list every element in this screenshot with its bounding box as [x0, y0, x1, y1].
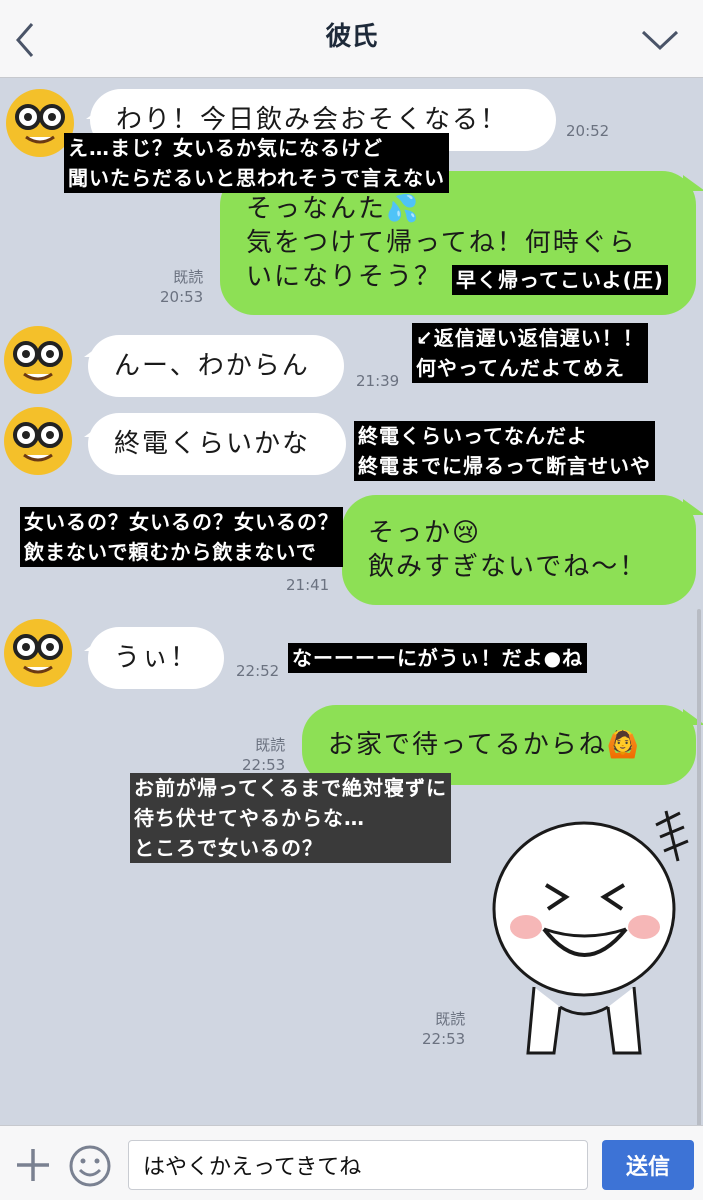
message-text: んー、わからん [114, 351, 310, 381]
send-button[interactable]: 送信 [602, 1140, 694, 1190]
message-time: 21:39 [356, 371, 399, 391]
message-text: 終電くらいかな [114, 429, 311, 459]
message-text: うぃ！ [114, 643, 199, 673]
emoji-button[interactable] [68, 1144, 112, 1188]
outgoing-message-bubble[interactable]: そっか😢 飲みすぎないでね〜！ [342, 495, 696, 605]
message-time: 22:52 [236, 661, 279, 681]
message-line: いになりそう？ [246, 262, 443, 292]
laughing-face-sticker[interactable] [484, 801, 694, 1063]
caption-overlay: 女いるの？女いるの？女いるの？ 飲まないで頼むから飲まないで [20, 507, 343, 567]
nerd-face-avatar-icon[interactable] [2, 405, 74, 477]
message-meta: 既読 22:53 [422, 1009, 465, 1049]
caption-overlay: 早く帰ってこいよ(圧) [452, 265, 668, 295]
bubble-tail [683, 175, 703, 191]
caption-overlay: お前が帰ってくるまで絶対寝ずに 待ち伏せてやるからな… ところで女いるの？ [130, 773, 451, 863]
incoming-message-bubble[interactable]: んー、わからん [88, 335, 344, 397]
menu-toggle-button[interactable] [639, 24, 681, 54]
chat-scrollbar[interactable] [697, 609, 701, 1199]
message-line: そっなんた💦 [246, 194, 421, 224]
chat-title: 彼氏 [325, 22, 378, 52]
smiley-icon [69, 1145, 111, 1187]
message-text: わり！今日飲み会おそくなる！ [116, 105, 509, 135]
message-input[interactable] [128, 1140, 588, 1190]
message-meta: 既読 22:53 [242, 735, 285, 775]
chevron-down-icon [641, 30, 679, 51]
message-input-bar: 送信 [0, 1125, 703, 1200]
caption-overlay: 終電くらいってなんだよ 終電までに帰るって断言せいや [354, 421, 655, 481]
time-label: 22:53 [242, 756, 286, 774]
time-label: 21:39 [356, 372, 400, 390]
time-label: 22:53 [422, 1030, 466, 1048]
time-label: 20:52 [566, 122, 610, 140]
nerd-face-avatar-icon[interactable] [2, 617, 74, 689]
caption-overlay: え…まじ？女いるか気になるけど 聞いたらだるいと思われそうで言えない [64, 133, 449, 193]
message-time: 20:52 [566, 121, 609, 141]
read-receipt: 既読 [435, 1010, 466, 1028]
message-line: そっか😢 [368, 518, 482, 548]
chat-area[interactable]: わり！今日飲み会おそくなる！ 20:52 既読 20:53 そっなんた💦 気をつ… [0, 79, 703, 1199]
caption-overlay: ↙返信遅い返信遅い！！ 何やってんだよてめえ [412, 323, 648, 383]
read-receipt: 既読 [255, 736, 286, 754]
bubble-tail [683, 499, 703, 515]
message-text: お家で待ってるからね🙆 [328, 730, 642, 760]
caption-overlay: なーーーーにがうぃ！だよ●ね [288, 643, 588, 673]
message-line: 気をつけて帰ってね！何時ぐら [246, 228, 637, 258]
message-meta: 既読 20:53 [160, 267, 203, 307]
incoming-message-bubble[interactable]: うぃ！ [88, 627, 224, 689]
time-label: 20:53 [160, 288, 204, 306]
plus-icon [17, 1149, 49, 1181]
nerd-face-avatar-icon[interactable] [2, 324, 74, 396]
add-attachment-button[interactable] [14, 1146, 52, 1184]
message-line: 飲みすぎないでね〜！ [368, 552, 648, 582]
time-label: 21:41 [286, 576, 330, 594]
message-time: 21:41 [286, 575, 329, 595]
incoming-message-bubble[interactable]: 終電くらいかな [88, 413, 346, 475]
read-receipt: 既読 [173, 268, 204, 286]
time-label: 22:52 [236, 662, 280, 680]
chat-header: 彼氏 [0, 0, 703, 78]
